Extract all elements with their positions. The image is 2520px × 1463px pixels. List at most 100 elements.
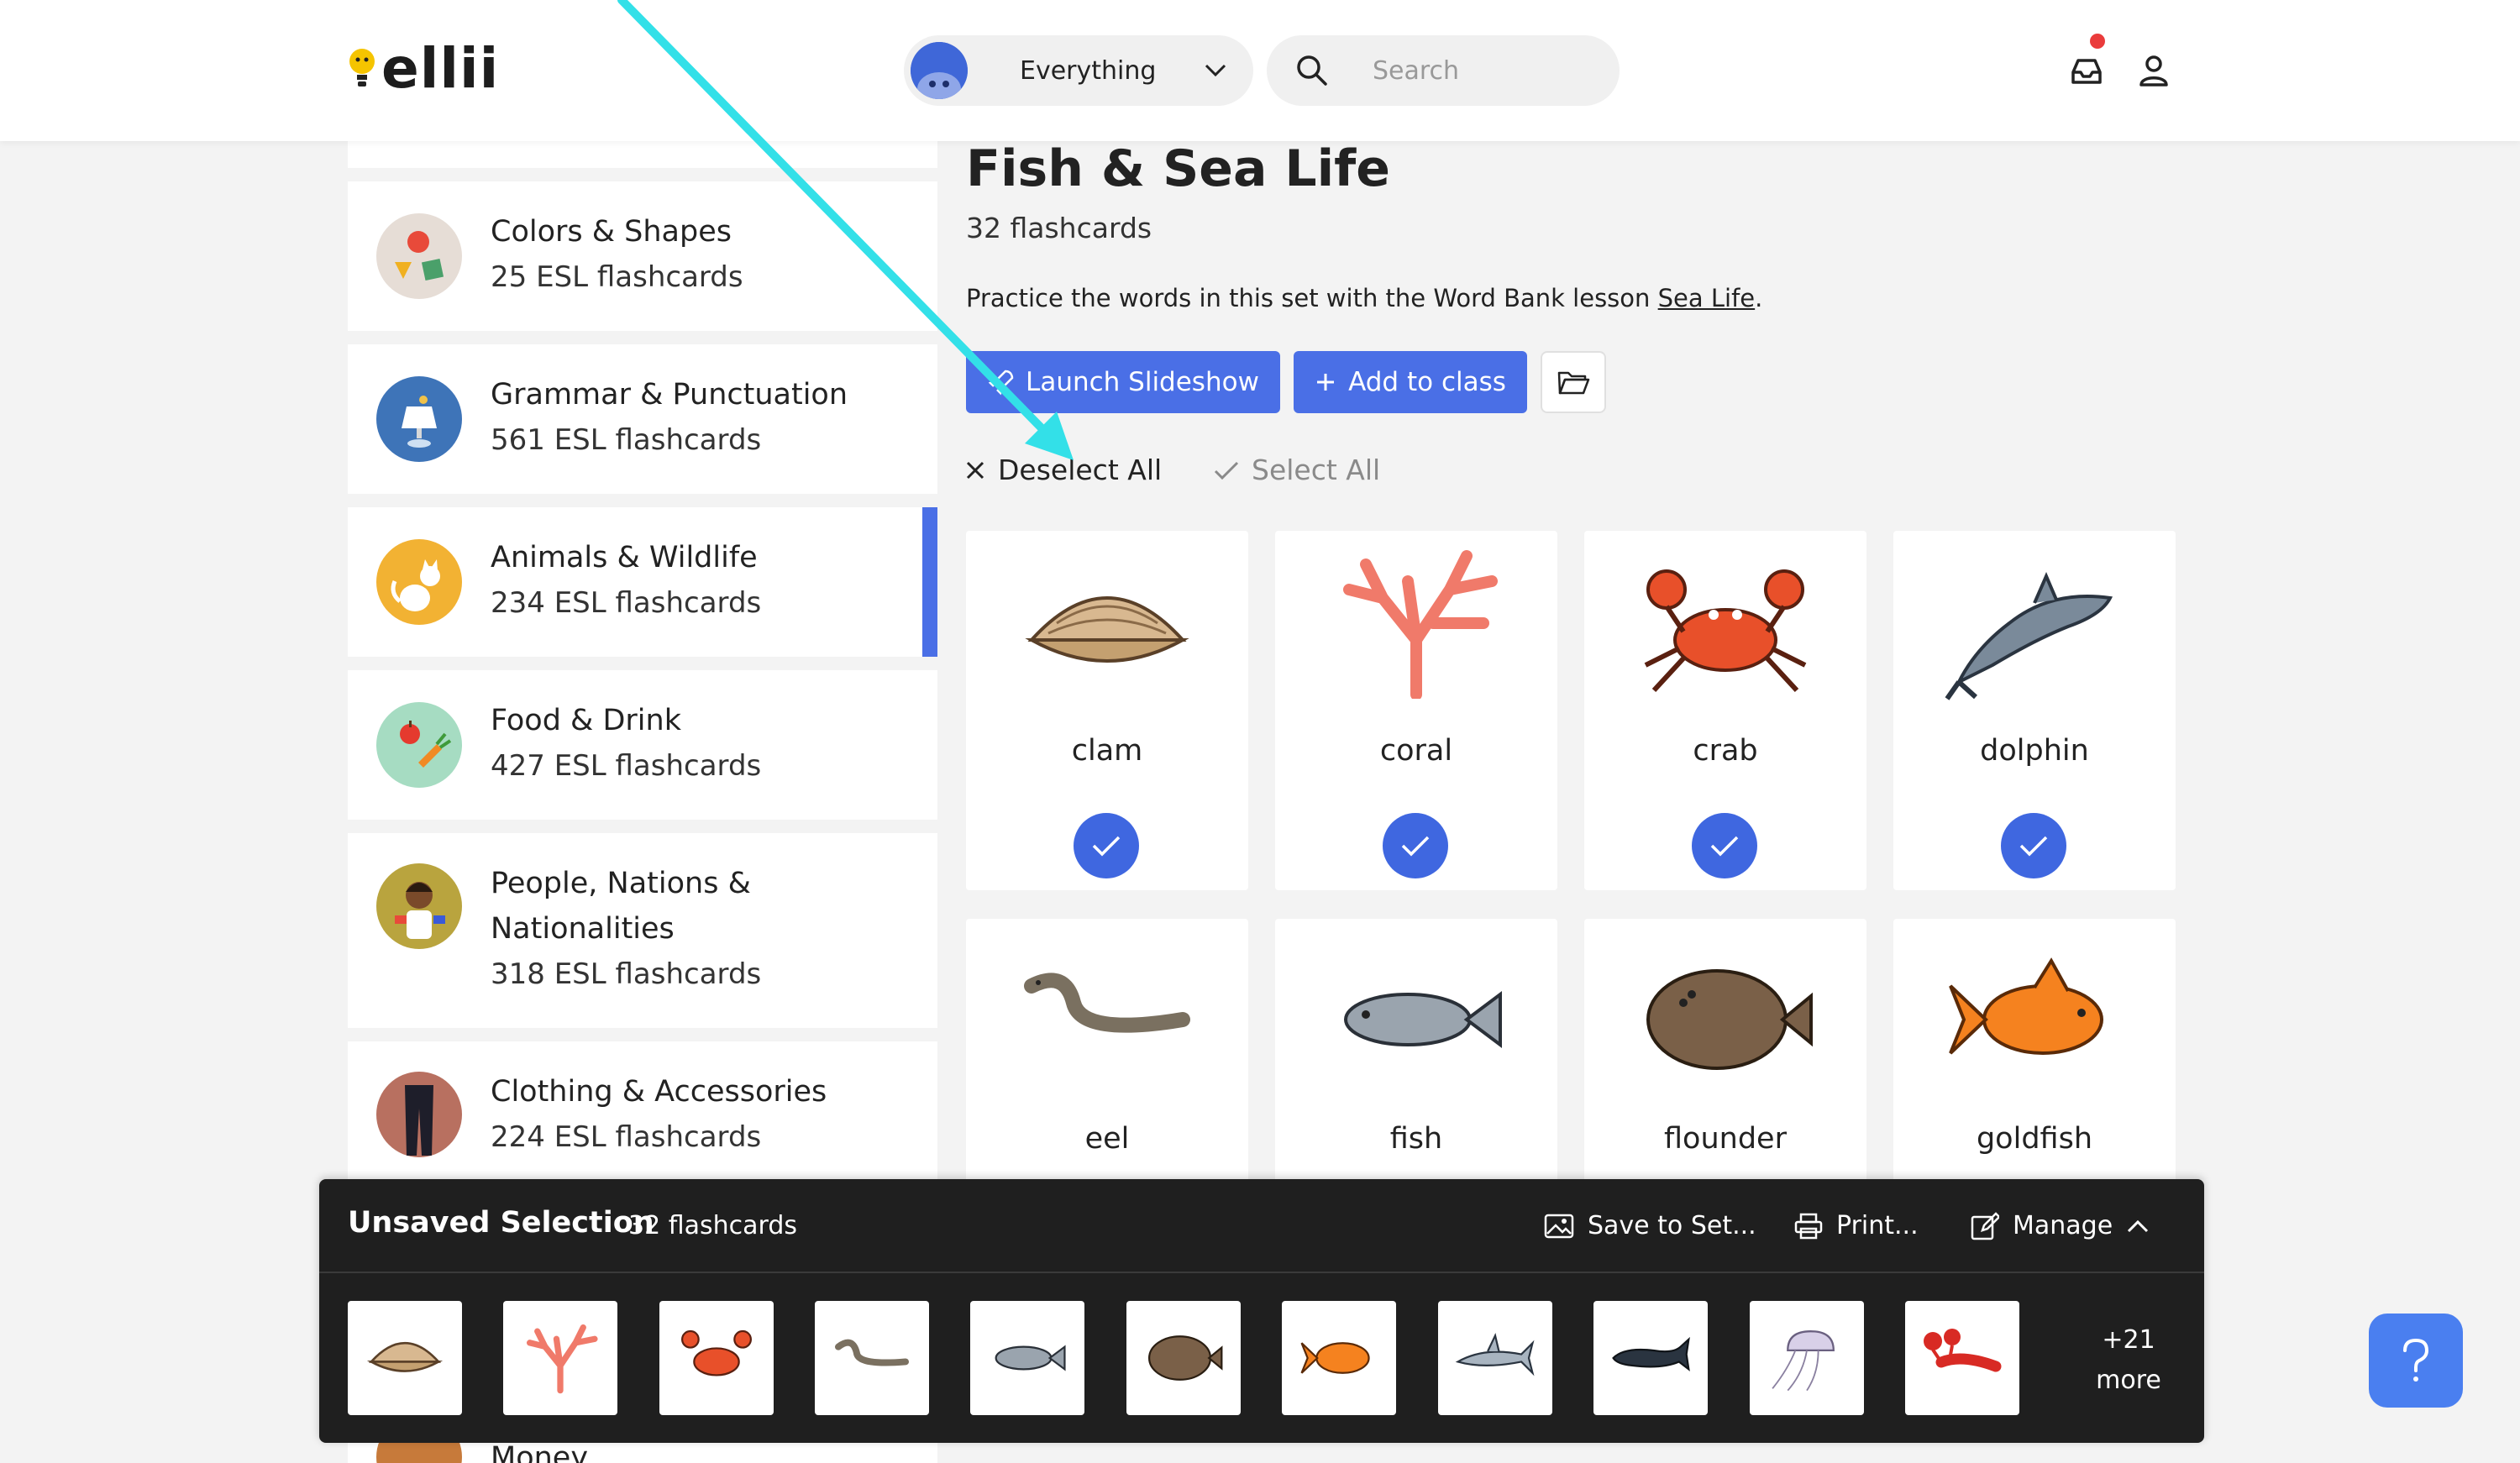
selection-bar-divider <box>319 1272 2204 1273</box>
page-description: Practice the words in this set with the … <box>966 284 1762 312</box>
manage-button[interactable]: Manage <box>1971 1211 2150 1240</box>
thumbnail-clam[interactable] <box>348 1301 462 1415</box>
flashcard-word: goldfish <box>1976 1122 2093 1156</box>
sidebar-item-colors-shapes[interactable]: Colors & Shapes 25 ESL flashcards <box>348 181 937 331</box>
sidebar-item-count: 561 ESL flashcards <box>491 423 762 457</box>
thumbnail-shark[interactable] <box>1438 1301 1552 1415</box>
sidebar-item-count: 224 ESL flashcards <box>491 1120 762 1154</box>
description-end: . <box>1755 284 1763 312</box>
selection-count: 32 flashcards <box>628 1211 797 1240</box>
pants-icon <box>376 1072 462 1157</box>
inbox-icon[interactable] <box>2068 52 2105 89</box>
selected-check-icon[interactable] <box>2001 813 2066 878</box>
select-all-label: Select All <box>1252 454 1381 486</box>
sidebar-item-stub <box>348 141 937 168</box>
thumbnail-lobster[interactable] <box>1905 1301 2019 1415</box>
plus-icon <box>1317 374 1335 391</box>
deselect-all-label: Deselect All <box>998 454 1163 486</box>
manage-label: Manage <box>2013 1211 2113 1240</box>
thumbnail-coral[interactable] <box>503 1301 617 1415</box>
folder-button[interactable] <box>1541 351 1606 413</box>
flashcard-word: fish <box>1389 1122 1443 1156</box>
flashcard-flounder[interactable]: flounder <box>1584 919 1866 1188</box>
sea-life-lesson-link[interactable]: Sea Life <box>1658 284 1756 312</box>
flashcard-coral[interactable]: coral <box>1275 531 1557 890</box>
edit-icon <box>1971 1211 1999 1240</box>
sidebar-item-animals[interactable]: Animals & Wildlife 234 ESL flashcards <box>348 507 937 657</box>
flashcard-word: flounder <box>1664 1122 1787 1156</box>
chevron-down-icon <box>1205 64 1226 77</box>
person-icon <box>376 863 462 949</box>
content-filter-dropdown[interactable]: Everything <box>904 35 1253 106</box>
checkmark-icon <box>1214 461 1239 480</box>
cat-icon <box>376 539 462 625</box>
flashcard-goldfish[interactable]: goldfish <box>1893 919 2176 1188</box>
save-to-set-button[interactable]: Save to Set... <box>1544 1211 1756 1240</box>
flashcard-eel[interactable]: eel <box>966 919 1248 1188</box>
selected-check-icon[interactable] <box>1074 813 1139 878</box>
image-icon <box>1544 1214 1574 1238</box>
shapes-icon <box>376 213 462 299</box>
save-to-set-label: Save to Set... <box>1588 1211 1756 1240</box>
sidebar-item-title: Colors & Shapes <box>491 215 732 249</box>
question-mark-icon <box>2403 1338 2429 1382</box>
sidebar-item-title-line1: People, Nations & <box>491 867 751 900</box>
crab-image <box>1644 569 1807 693</box>
thumbnail-goldfish[interactable] <box>1282 1301 1396 1415</box>
sidebar-item-grammar[interactable]: Grammar & Punctuation 561 ESL flashcards <box>348 344 937 494</box>
sidebar-item-title-line2: Nationalities <box>491 912 675 946</box>
sidebar-item-title: Food & Drink <box>491 704 681 737</box>
flashcard-fish[interactable]: fish <box>1275 919 1557 1188</box>
thumbnail-flounder[interactable] <box>1126 1301 1241 1415</box>
filter-avatar-icon <box>911 42 968 99</box>
thumbnail-fish[interactable] <box>970 1301 1084 1415</box>
clam-image <box>1025 596 1189 663</box>
search-box[interactable] <box>1267 35 1620 106</box>
sidebar-item-count: 25 ESL flashcards <box>491 260 743 294</box>
dolphin-image <box>1945 571 2113 700</box>
sidebar-item-food[interactable]: Food & Drink 427 ESL flashcards <box>348 670 937 820</box>
sidebar-item-count: 427 ESL flashcards <box>491 749 762 783</box>
help-button[interactable] <box>2369 1314 2463 1408</box>
description-text: Practice the words in this set with the … <box>966 284 1658 312</box>
more-thumbnails-indicator[interactable]: +21 more <box>2087 1320 2171 1401</box>
notification-dot <box>2090 34 2105 49</box>
thumbnail-whale[interactable] <box>1593 1301 1708 1415</box>
print-button[interactable]: Print... <box>1794 1211 1919 1240</box>
flashcard-word: dolphin <box>1980 734 2089 768</box>
printer-icon <box>1794 1213 1823 1239</box>
thumbnail-eel[interactable] <box>815 1301 929 1415</box>
user-icon[interactable] <box>2135 52 2172 89</box>
selected-check-icon[interactable] <box>1692 813 1757 878</box>
selection-bar: Unsaved Selection 32 flashcards Save to … <box>319 1179 2204 1443</box>
flashcard-clam[interactable]: clam <box>966 531 1248 890</box>
search-icon <box>1297 55 1327 86</box>
sidebar-item-clothing[interactable]: Clothing & Accessories 224 ESL flashcard… <box>348 1041 937 1201</box>
thumbnail-crab[interactable] <box>659 1301 774 1415</box>
flashcard-word: clam <box>1071 734 1143 768</box>
sidebar-item-count: 318 ESL flashcards <box>491 957 762 991</box>
search-input[interactable] <box>1373 55 1591 86</box>
sidebar-item-people[interactable]: People, Nations & Nationalities 318 ESL … <box>348 833 937 1028</box>
flashcard-word: coral <box>1379 734 1453 768</box>
active-indicator <box>922 507 937 657</box>
lamp-icon <box>376 376 462 462</box>
flashcard-crab[interactable]: crab <box>1584 531 1866 890</box>
fruit-icon <box>376 702 462 788</box>
deselect-all-link[interactable]: Deselect All <box>964 454 1162 486</box>
top-header: ellii Everything <box>0 0 2520 141</box>
chevron-up-icon <box>2128 1219 2149 1232</box>
selected-check-icon[interactable] <box>1383 813 1448 878</box>
thumbnail-jellyfish[interactable] <box>1750 1301 1864 1415</box>
flashcard-dolphin[interactable]: dolphin <box>1893 531 2176 890</box>
fish-image <box>1344 991 1502 1048</box>
print-label: Print... <box>1836 1211 1919 1240</box>
select-all-link[interactable]: Select All <box>1213 454 1380 486</box>
eel-image <box>1024 973 1190 1033</box>
more-count: +21 <box>2102 1325 2155 1355</box>
add-to-class-button[interactable]: Add to class <box>1294 351 1527 413</box>
sidebar-item-title: Money <box>491 1441 589 1463</box>
launch-slideshow-button[interactable]: Launch Slideshow <box>966 351 1280 413</box>
flounder-image <box>1646 969 1813 1070</box>
ellii-logo[interactable]: ellii <box>348 35 499 102</box>
